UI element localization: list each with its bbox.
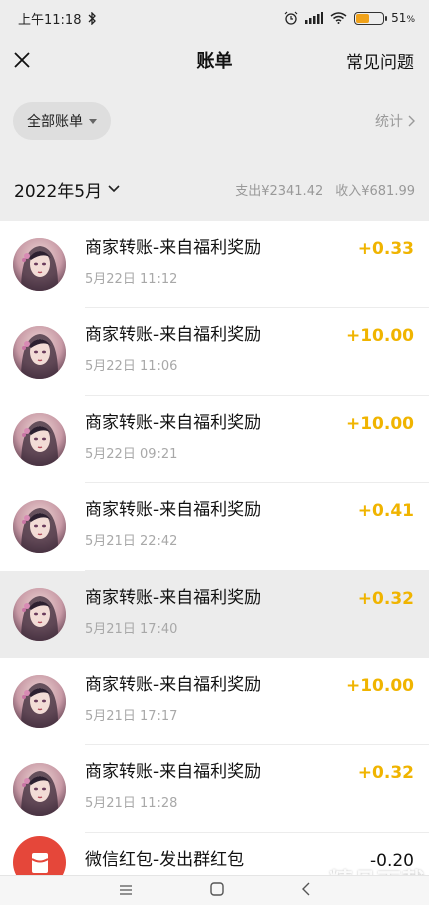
faq-button[interactable]: 常见问题 [346,48,414,73]
transaction-texts: 商家转账-来自福利奖励 5月22日 11:06 [85,324,261,374]
transaction-amount: +0.33 [357,239,414,259]
month-summary: 支出¥2341.42 收入¥681.99 [235,180,415,199]
transaction-item[interactable]: 商家转账-来自福利奖励 5月21日 22:42 +0.41 [0,483,429,571]
transaction-title: 商家转账-来自福利奖励 [85,587,262,608]
battery-percent: 51% [391,11,415,25]
stats-link[interactable]: 统计 [375,111,415,131]
status-time: 上午11:18 [18,12,82,28]
transaction-title: 商家转账-来自福利奖励 [85,674,262,695]
avatar [13,325,66,379]
transaction-time: 5月21日 22:42 [85,534,178,550]
alarm-icon [284,11,298,25]
avatar [13,762,66,816]
transaction-texts: 商家转账-来自福利奖励 5月21日 17:40 [85,587,261,637]
transaction-item[interactable]: 商家转账-来自福利奖励 5月22日 11:12 +0.33 [0,221,429,309]
transaction-time: 5月21日 17:40 [85,621,178,637]
transaction-title: 商家转账-来自福利奖励 [85,762,262,783]
transaction-texts: 商家转账-来自福利奖励 5月21日 17:17 [85,674,261,724]
transaction-title: 商家转账-来自福利奖励 [85,412,262,433]
transaction-texts: 商家转账-来自福利奖励 5月21日 22:42 [85,499,261,549]
transaction-amount: +10.00 [345,413,414,434]
nav-bar: 账单 常见问题 [0,36,429,84]
status-bar: 上午11:18 51% [0,0,429,36]
bluetooth-icon [88,11,97,25]
transaction-title: 微信红包-发出群红包 [85,849,245,870]
transaction-time: 5月22日 09:21 [85,446,178,462]
transaction-amount: +10.00 [345,326,414,347]
status-left: 上午11:18 [18,9,97,28]
transaction-title: 商家转账-来自福利奖励 [85,325,262,346]
avatar [13,412,66,466]
filter-row: 全部账单 统计 [0,100,429,142]
transaction-time: 5月22日 11:06 [85,359,178,375]
transaction-time: 5月22日 11:12 [85,272,178,287]
transaction-item[interactable]: 商家转账-来自福利奖励 5月22日 11:06 +10.00 [0,308,429,396]
month-row: 2022年5月 支出¥2341.42 收入¥681.99 [0,172,429,206]
menu-icon[interactable] [119,881,133,900]
system-nav-bar [0,875,429,905]
bill-type-filter[interactable]: 全部账单 [13,102,111,140]
back-icon[interactable] [301,881,311,900]
transaction-amount: +10.00 [345,675,414,696]
income-total: 收入¥681.99 [335,183,415,199]
transaction-time: 5月21日 17:17 [85,708,178,724]
transaction-amount: +0.32 [357,763,414,784]
home-icon[interactable] [209,881,224,900]
transaction-item[interactable]: 商家转账-来自福利奖励 5月21日 17:17 +10.00 [0,657,429,746]
chevron-right-icon [408,115,415,127]
transaction-title: 商家转账-来自福利奖励 [85,500,262,521]
transaction-item[interactable]: 商家转账-来自福利奖励 5月21日 17:40 +0.32 [0,570,429,658]
transaction-list: 商家转账-来自福利奖励 5月22日 11:12 +0.33 商家转账-来自福利奖励 5月… [0,221,429,893]
transaction-texts: 商家转账-来自福利奖励 5月22日 11:12 [85,237,261,287]
bill-type-label: 全部账单 [27,114,83,130]
avatar [13,587,66,641]
dropdown-arrow-icon [89,118,97,124]
transaction-amount: +0.32 [357,588,414,609]
transaction-time: 5月21日 11:28 [85,796,178,812]
month-selector[interactable]: 2022年5月 [14,177,120,202]
avatar [13,675,66,729]
transaction-texts: 商家转账-来自福利奖励 5月21日 11:28 [85,761,261,811]
transaction-title: 商家转账-来自福利奖励 [85,238,262,258]
transaction-texts: 商家转账-来自福利奖励 5月22日 09:21 [85,412,261,462]
page-title: 账单 [196,51,233,72]
signal-icon [305,12,324,24]
transaction-item[interactable]: 商家转账-来自福利奖励 5月21日 11:28 +0.32 [0,745,429,833]
chevron-down-icon [108,185,120,193]
month-label: 2022年5月 [14,181,103,202]
transaction-amount: +0.41 [357,501,414,522]
stats-label: 统计 [375,114,403,130]
close-icon[interactable] [8,46,36,74]
transaction-item[interactable]: 商家转账-来自福利奖励 5月22日 09:21 +10.00 [0,395,429,484]
avatar [13,238,66,292]
battery-icon [354,11,388,25]
avatar [13,500,66,554]
status-right: 51% [284,11,415,25]
expense-total: 支出¥2341.42 [235,183,324,199]
wifi-icon [330,12,347,24]
